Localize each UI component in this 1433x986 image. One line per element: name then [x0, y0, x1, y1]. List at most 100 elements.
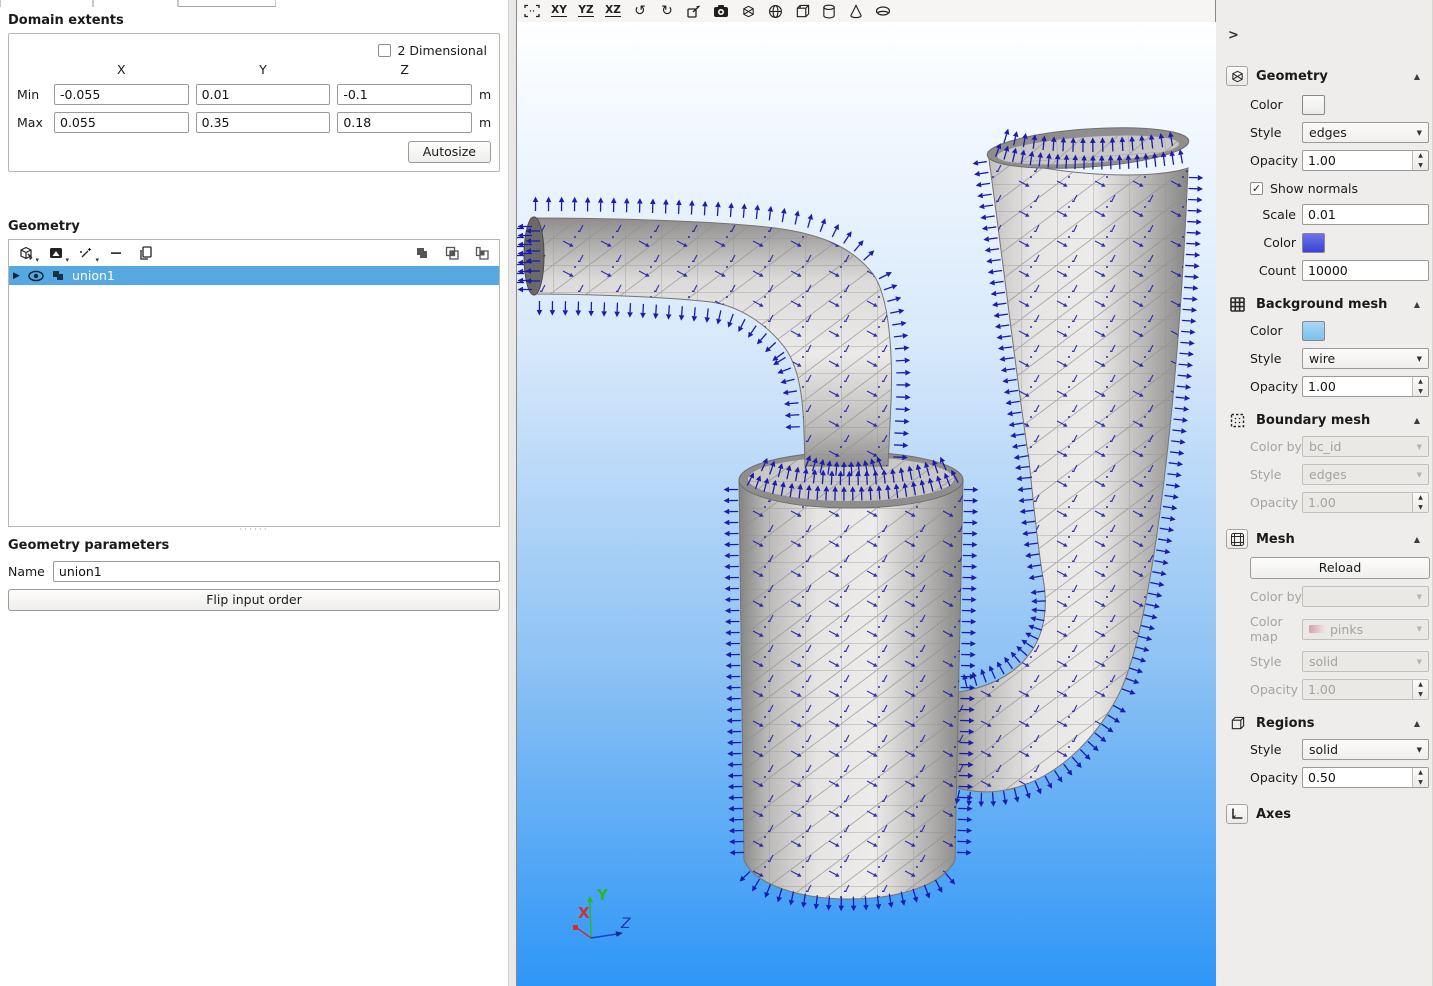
- tab-strip: [0, 0, 508, 7]
- background-mesh-section-title: Background mesh: [1256, 297, 1406, 312]
- display-settings-panel: > Geometry ▲ Color Style edges▼ Opacity …: [1216, 0, 1433, 986]
- vertical-splitter[interactable]: [508, 0, 516, 986]
- mesh-collapse-icon[interactable]: ▲: [1414, 535, 1424, 544]
- view-xy-icon[interactable]: XY: [548, 2, 570, 20]
- background-mesh-opacity-spinner[interactable]: [1302, 376, 1429, 397]
- geometry-visibility-button[interactable]: [1226, 66, 1248, 86]
- view-xz-icon[interactable]: XZ: [602, 2, 624, 20]
- geometry-tree: ▾ ▾ ▾: [8, 239, 500, 527]
- zmin-field[interactable]: [337, 84, 472, 105]
- background-mesh-icon: [1226, 297, 1248, 312]
- dropdown-arrow-icon: ▾: [95, 256, 99, 264]
- background-mesh-color-swatch[interactable]: [1302, 321, 1325, 341]
- flip-input-order-button[interactable]: Flip input order: [8, 589, 500, 611]
- geometry-collapse-icon[interactable]: ▲: [1414, 72, 1424, 81]
- normals-scale-field[interactable]: [1302, 204, 1429, 225]
- view-yz-icon[interactable]: YZ: [575, 2, 597, 20]
- min-row-label: Min: [17, 87, 47, 102]
- toggle-geometry-icon[interactable]: [737, 2, 759, 20]
- rotate-right-icon[interactable]: ↻: [656, 2, 678, 20]
- union-icon[interactable]: [413, 244, 431, 262]
- background-mesh-style-value: wire: [1309, 351, 1335, 366]
- reset-view-icon[interactable]: [521, 2, 543, 20]
- spinner-buttons[interactable]: ▲▼: [1412, 151, 1428, 170]
- regions-style-value: solid: [1309, 742, 1338, 757]
- spinner-buttons[interactable]: ▲▼: [1412, 377, 1428, 396]
- geometry-section-title: Geometry: [1256, 69, 1406, 84]
- dropdown-arrow-icon: ▼: [1417, 593, 1422, 601]
- intersect-icon[interactable]: [443, 244, 461, 262]
- toggle-regions-icon[interactable]: [791, 2, 813, 20]
- copy-geometry-icon[interactable]: [137, 244, 155, 262]
- zmax-field[interactable]: [337, 112, 472, 133]
- regions-collapse-icon[interactable]: ▲: [1414, 719, 1424, 728]
- normals-scale-label: Scale: [1216, 207, 1302, 222]
- toggle-cone-icon[interactable]: [845, 2, 867, 20]
- remove-geometry-icon[interactable]: [107, 244, 125, 262]
- dropdown-arrow-icon: ▼: [1417, 625, 1422, 633]
- mesh-visibility-button[interactable]: [1226, 529, 1248, 549]
- show-normals-checkbox[interactable]: ✓: [1250, 182, 1263, 195]
- toggle-cylinder-icon[interactable]: [818, 2, 840, 20]
- mesh-opacity-label: Opacity: [1216, 682, 1302, 697]
- screenshot-icon[interactable]: [710, 2, 732, 20]
- mesh-style-value: solid: [1309, 654, 1338, 669]
- column-header-y: Y: [196, 62, 331, 77]
- toggle-background-mesh-icon[interactable]: [764, 2, 786, 20]
- axes-visibility-button[interactable]: [1226, 804, 1248, 824]
- expand-icon[interactable]: ▶: [13, 271, 21, 281]
- regions-style-dropdown[interactable]: solid▼: [1302, 739, 1429, 760]
- spinner-buttons: ▲▼: [1412, 493, 1428, 512]
- geometry-central-cylinder: [739, 452, 963, 899]
- geometry-name-field[interactable]: [53, 561, 500, 582]
- union-shape-icon: [51, 269, 65, 282]
- domain-extents-group: 2 Dimensional X Y Z Min m Max m Au: [8, 33, 500, 172]
- panel-splitter-handle[interactable]: ······: [0, 527, 508, 536]
- viewport-3d: XY YZ XZ ↺ ↻: [516, 0, 1216, 986]
- geometry-style-dropdown[interactable]: edges▼: [1302, 122, 1429, 143]
- perspective-icon[interactable]: [683, 2, 705, 20]
- boundary-mesh-style-label: Style: [1216, 467, 1302, 482]
- spinner-buttons[interactable]: ▲▼: [1412, 768, 1428, 787]
- two-dimensional-checkbox[interactable]: [378, 44, 391, 57]
- boundary-mesh-style-dropdown: edges▼: [1302, 464, 1429, 485]
- rotate-left-icon[interactable]: ↺: [629, 2, 651, 20]
- geometry-item-label: union1: [72, 268, 115, 283]
- regions-opacity-label: Opacity: [1216, 770, 1302, 785]
- checkmark-icon: ✓: [1252, 183, 1261, 194]
- add-filter-icon[interactable]: ▾: [47, 244, 65, 262]
- geometry-opacity-label: Opacity: [1216, 153, 1302, 168]
- xmin-field[interactable]: [54, 84, 189, 105]
- mesh-reload-button[interactable]: Reload: [1250, 557, 1430, 579]
- model-setup-panel: Domain extents 2 Dimensional X Y Z Min m…: [0, 0, 508, 986]
- xmax-field[interactable]: [54, 112, 189, 133]
- spinner-buttons: ▲▼: [1412, 680, 1428, 699]
- normals-color-swatch[interactable]: [1302, 233, 1325, 253]
- normals-count-field[interactable]: [1302, 260, 1429, 281]
- geometry-item-union1[interactable]: ▶ union1: [9, 266, 499, 285]
- view-xz-label: XZ: [605, 5, 621, 18]
- panel-collapse-button[interactable]: >: [1228, 28, 1239, 43]
- background-mesh-style-dropdown[interactable]: wire▼: [1302, 348, 1429, 369]
- scene-canvas[interactable]: Y X Z: [517, 22, 1217, 986]
- geometry-opacity-spinner[interactable]: [1302, 150, 1429, 171]
- toggle-disc-icon[interactable]: [872, 2, 894, 20]
- regions-opacity-spinner[interactable]: [1302, 767, 1429, 788]
- autosize-button[interactable]: Autosize: [408, 141, 491, 163]
- boundary-mesh-color-by-dropdown: bc_id▼: [1302, 436, 1429, 457]
- boundary-mesh-color-by-value: bc_id: [1309, 439, 1341, 454]
- tab-edge: [0, 0, 93, 7]
- dropdown-arrow-icon: ▼: [1417, 471, 1422, 479]
- mesh-color-map-dropdown: pinks▼: [1302, 619, 1429, 640]
- subtract-icon[interactable]: [473, 244, 491, 262]
- wizard-icon[interactable]: ▾: [77, 244, 95, 262]
- normals-count-label: Count: [1216, 263, 1302, 278]
- background-mesh-collapse-icon[interactable]: ▲: [1414, 300, 1424, 309]
- ymin-field[interactable]: [196, 84, 331, 105]
- visibility-eye-icon[interactable]: [28, 270, 44, 282]
- add-geometry-icon[interactable]: ▾: [17, 244, 35, 262]
- ymax-field[interactable]: [196, 112, 331, 133]
- tab-edge: [178, 0, 276, 7]
- boundary-mesh-collapse-icon[interactable]: ▲: [1414, 416, 1424, 425]
- geometry-color-swatch[interactable]: [1302, 95, 1325, 115]
